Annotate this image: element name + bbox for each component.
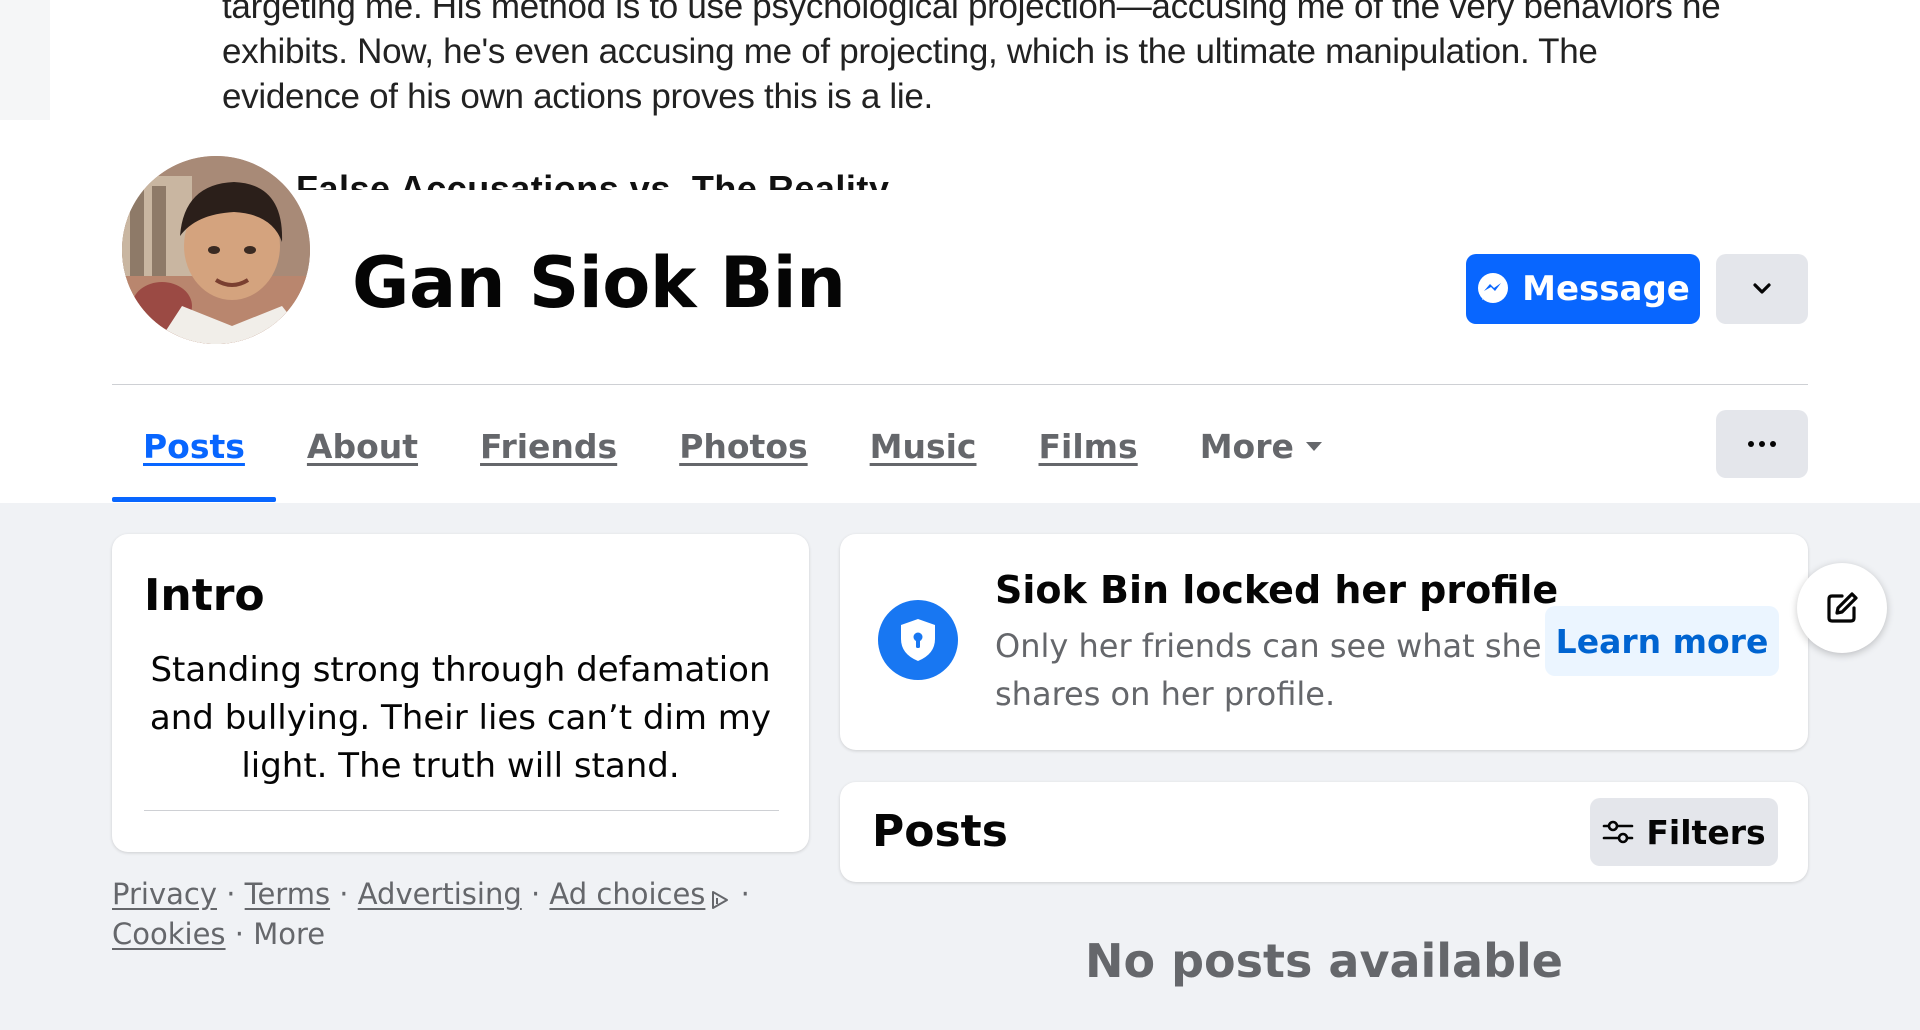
ad-choices-icon	[712, 891, 729, 909]
intro-card: Intro Standing strong through defamation…	[112, 534, 809, 852]
messenger-icon	[1478, 273, 1509, 303]
footer-link-cookies[interactable]: Cookies	[112, 917, 226, 951]
ellipsis-icon	[1748, 441, 1754, 447]
intro-divider	[144, 810, 779, 811]
message-button[interactable]: Message	[1466, 254, 1700, 324]
footer-separator: ·	[234, 917, 244, 951]
tab-friends[interactable]: Friends	[449, 390, 648, 502]
footer-separator: ·	[339, 877, 349, 911]
footer-link-advertising[interactable]: Advertising	[358, 877, 522, 911]
cover-photo[interactable]: targeting me. His method is to use psych…	[0, 0, 1920, 190]
locked-title: Siok Bin locked her profile	[995, 568, 1559, 612]
tab-music[interactable]: Music	[839, 390, 1008, 502]
caret-down-icon	[1305, 441, 1322, 451]
footer-more[interactable]: More	[253, 917, 325, 951]
learn-more-button[interactable]: Learn more	[1545, 606, 1779, 676]
edit-icon	[1827, 592, 1858, 623]
header-divider	[112, 384, 1808, 385]
intro-title: Intro	[144, 570, 265, 621]
shield-lock-icon	[878, 600, 958, 680]
footer-link-terms[interactable]: Terms	[245, 877, 330, 911]
locked-description: Only her friends can see what she shares…	[995, 627, 1542, 713]
no-posts-message: No posts available	[1085, 934, 1563, 988]
tab-about[interactable]: About	[276, 390, 449, 502]
compose-button[interactable]	[1797, 563, 1887, 653]
profile-options-button[interactable]	[1716, 410, 1808, 478]
footer-separator: ·	[226, 877, 236, 911]
message-label: Message	[1522, 269, 1690, 309]
locked-profile-card: Siok Bin locked her profile Only her fri…	[840, 534, 1808, 750]
profile-avatar[interactable]	[118, 152, 314, 348]
profile-tabs: Posts About Friends Photos Music Films M…	[112, 390, 1353, 502]
footer-links: Privacy · Terms · Advertising · Ad choic…	[112, 874, 752, 954]
profile-photo	[122, 156, 310, 344]
tab-posts[interactable]: Posts	[112, 390, 276, 502]
footer-separator: ·	[530, 877, 541, 911]
tab-more-label: More	[1199, 426, 1294, 466]
posts-title: Posts	[872, 806, 1008, 857]
intro-bio: Standing strong through defamation and b…	[149, 650, 772, 786]
cover-subheading: False Accusations vs. The Reality	[296, 168, 890, 190]
profile-actions-dropdown[interactable]	[1716, 254, 1808, 324]
footer-link-privacy[interactable]: Privacy	[112, 877, 217, 911]
filters-icon	[1603, 820, 1634, 844]
cover-edge	[0, 0, 50, 120]
profile-name: Gan Siok Bin	[352, 242, 846, 324]
posts-card: Posts Filters	[840, 782, 1808, 882]
ellipsis-dot	[1770, 441, 1776, 447]
footer-link-ad-choices[interactable]: Ad choices	[549, 877, 705, 911]
tab-films[interactable]: Films	[1008, 390, 1169, 502]
shield-icon	[901, 619, 935, 661]
ellipsis-dot	[1759, 441, 1765, 447]
tab-more[interactable]: More	[1169, 390, 1353, 502]
chevron-down-icon	[1753, 283, 1771, 294]
filters-label: Filters	[1646, 812, 1766, 852]
filters-button[interactable]: Filters	[1590, 798, 1778, 866]
tab-photos[interactable]: Photos	[648, 390, 838, 502]
cover-text: targeting me. His method is to use psych…	[222, 0, 1721, 116]
footer-separator: ·	[740, 877, 750, 911]
